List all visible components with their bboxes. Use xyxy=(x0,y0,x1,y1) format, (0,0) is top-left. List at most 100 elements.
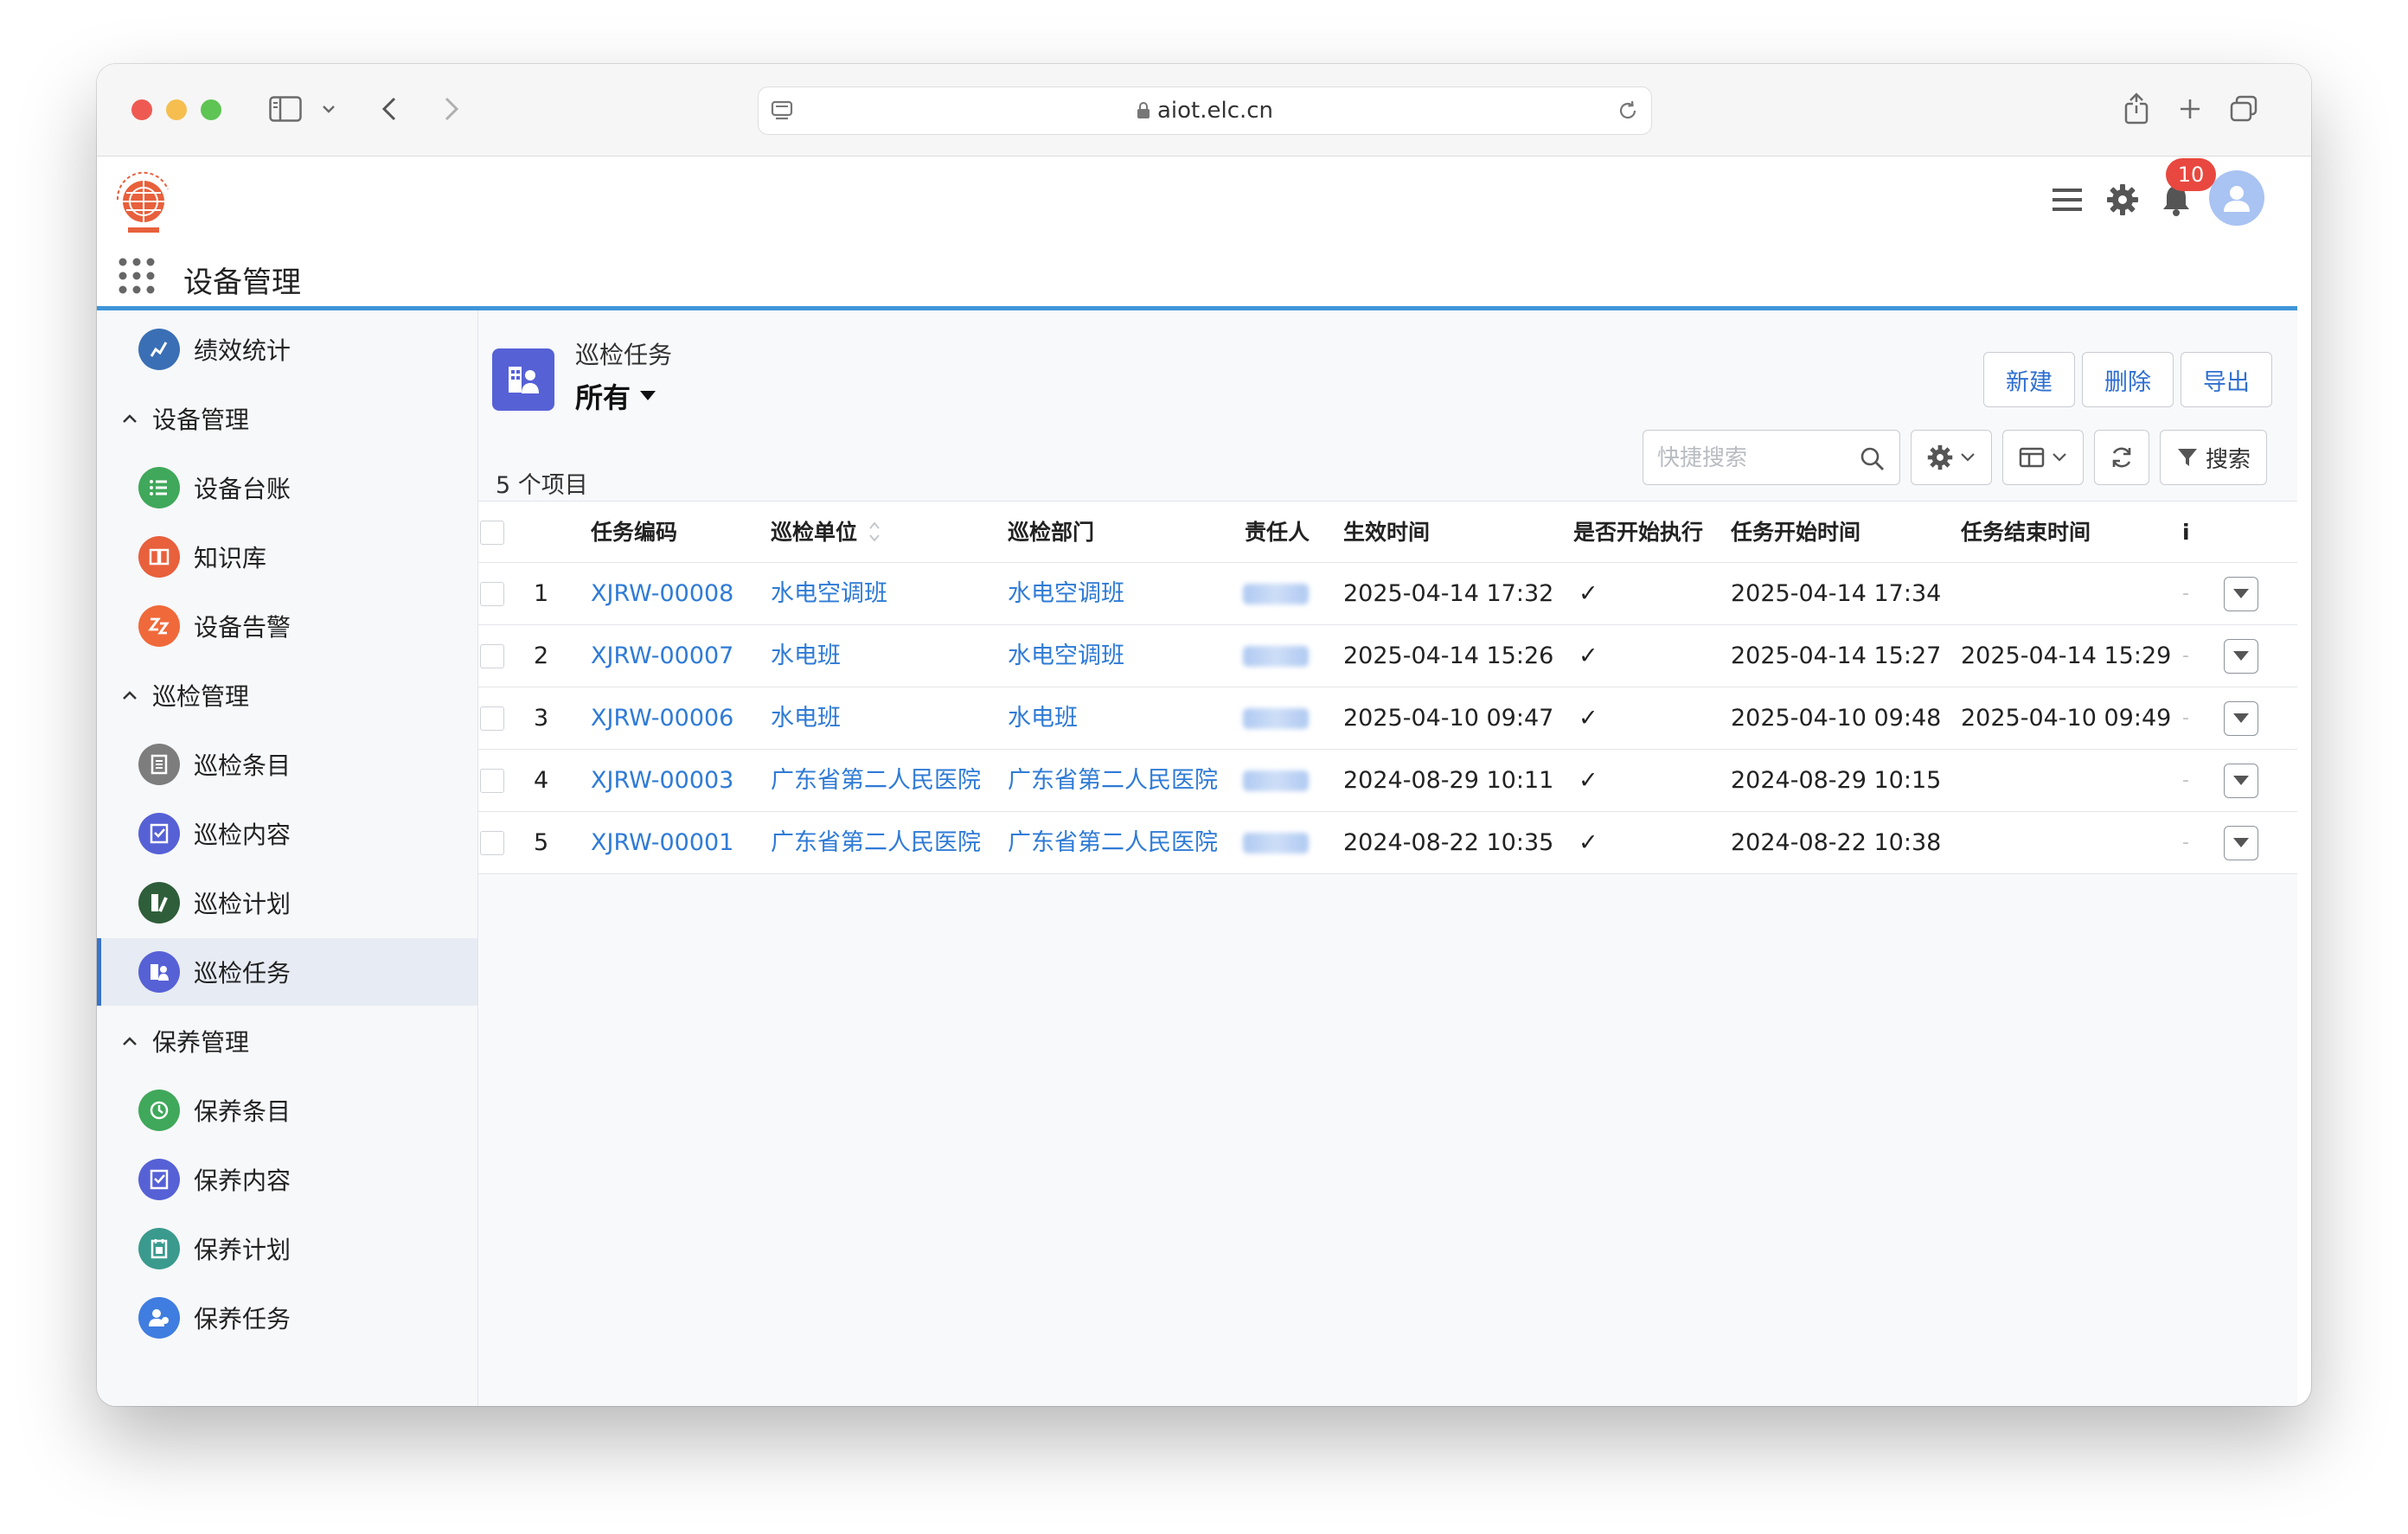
row-action-button[interactable] xyxy=(2224,764,2258,798)
gear-icon[interactable] xyxy=(2098,172,2147,227)
settings-dropdown-button[interactable] xyxy=(1911,430,1992,485)
app-launcher-icon[interactable] xyxy=(118,257,156,295)
column-header-unit[interactable]: 巡检单位 xyxy=(771,502,857,564)
select-all-checkbox[interactable] xyxy=(480,521,504,545)
task-code-link[interactable]: XJRW-00007 xyxy=(591,625,733,687)
table-row[interactable]: 2 XJRW-00007 水电班 水电空调班 2025-04-14 15:26 … xyxy=(478,625,2297,687)
table-row[interactable]: 4 XJRW-00003 广东省第二人民医院 广东省第二人民医院 2024-08… xyxy=(478,750,2297,812)
sidebar-item-maintenance-plan[interactable]: 保养计划 xyxy=(97,1215,477,1282)
sidebar-item-maintenance-content[interactable]: 保养内容 xyxy=(97,1146,477,1213)
book-icon xyxy=(138,536,180,578)
column-header-owner[interactable]: 责任人 xyxy=(1245,502,1310,564)
sidebar-item-equipment-alarm[interactable]: 设备告警 xyxy=(97,592,477,660)
owner-redacted[interactable] xyxy=(1243,708,1309,729)
share-icon[interactable] xyxy=(2119,90,2154,128)
sidebar-item-performance[interactable]: 绩效统计 xyxy=(97,316,477,383)
sidebar-item-inspection-content[interactable]: 巡检内容 xyxy=(97,800,477,867)
back-arrow-icon[interactable] xyxy=(372,90,407,128)
sidebar-group-label: 保养管理 xyxy=(152,1028,250,1057)
row-checkbox[interactable] xyxy=(480,831,504,855)
address-bar[interactable]: aiot.elc.cn xyxy=(758,86,1652,135)
column-header-truncated[interactable]: i xyxy=(2182,502,2190,564)
caret-down-icon xyxy=(640,391,656,400)
sidebar-item-inspection-task[interactable]: 巡检任务 xyxy=(97,938,477,1006)
unit-link[interactable]: 水电班 xyxy=(771,687,841,750)
close-window-button[interactable] xyxy=(131,99,152,120)
menu-icon[interactable] xyxy=(2043,172,2091,227)
row-checkbox[interactable] xyxy=(480,706,504,731)
forward-arrow-icon[interactable] xyxy=(434,90,469,128)
reload-icon[interactable] xyxy=(1617,99,1639,122)
department-link[interactable]: 水电空调班 xyxy=(1008,563,1124,625)
refresh-button[interactable] xyxy=(2094,430,2149,485)
unit-link[interactable]: 广东省第二人民医院 xyxy=(771,750,981,812)
owner-redacted[interactable] xyxy=(1243,584,1309,604)
column-header-started[interactable]: 是否开始执行 xyxy=(1573,502,1703,564)
owner-redacted[interactable] xyxy=(1243,646,1309,667)
caret-down-icon xyxy=(2233,776,2249,785)
department-link[interactable]: 广东省第二人民医院 xyxy=(1008,812,1218,874)
avatar[interactable] xyxy=(2209,170,2264,226)
row-action-button[interactable] xyxy=(2224,826,2258,860)
minimize-window-button[interactable] xyxy=(166,99,187,120)
start-time: 2025-04-14 15:27 xyxy=(1731,642,1942,669)
caret-down-icon xyxy=(2233,651,2249,661)
list-view-selector[interactable]: 所有 xyxy=(575,376,656,416)
column-header-start-time[interactable]: 任务开始时间 xyxy=(1731,502,1860,564)
sidebar-group-equipment[interactable]: 设备管理 xyxy=(97,385,477,452)
table-row[interactable]: 5 XJRW-00001 广东省第二人民医院 广东省第二人民医院 2024-08… xyxy=(478,812,2297,874)
department-link[interactable]: 水电班 xyxy=(1008,687,1078,750)
sidebar-item-maintenance-entries[interactable]: 保养条目 xyxy=(97,1077,477,1144)
export-button[interactable]: 导出 xyxy=(2181,352,2272,407)
table-row[interactable]: 1 XJRW-00008 水电空调班 水电空调班 2025-04-14 17:3… xyxy=(478,563,2297,625)
filter-search-button[interactable]: 搜索 xyxy=(2160,430,2267,485)
row-checkbox[interactable] xyxy=(480,769,504,793)
task-code-link[interactable]: XJRW-00001 xyxy=(591,812,733,874)
task-code-link[interactable]: XJRW-00006 xyxy=(591,687,733,750)
tab-overview-icon[interactable] xyxy=(2225,90,2263,128)
row-checkbox[interactable] xyxy=(480,644,504,668)
chevron-down-icon xyxy=(2053,453,2066,462)
quick-search-field[interactable] xyxy=(1643,430,1900,485)
row-action-button[interactable] xyxy=(2224,577,2258,611)
sidebar-item-inspection-plan[interactable]: 巡检计划 xyxy=(97,869,477,936)
sidebar-item-equipment-ledger[interactable]: 设备台账 xyxy=(97,454,477,521)
owner-redacted[interactable] xyxy=(1243,833,1309,853)
row-checkbox[interactable] xyxy=(480,582,504,606)
column-display-button[interactable] xyxy=(2002,430,2084,485)
department-link[interactable]: 水电空调班 xyxy=(1008,625,1124,687)
task-code-link[interactable]: XJRW-00003 xyxy=(591,750,733,812)
unit-link[interactable]: 水电班 xyxy=(771,625,841,687)
sidebar-group-inspection[interactable]: 巡检管理 xyxy=(97,662,477,729)
maximize-window-button[interactable] xyxy=(201,99,221,120)
column-header-effective-time[interactable]: 生效时间 xyxy=(1343,502,1430,564)
column-header-department[interactable]: 巡检部门 xyxy=(1008,502,1094,564)
unit-link[interactable]: 水电空调班 xyxy=(771,563,887,625)
sort-icon[interactable] xyxy=(868,521,881,543)
department-link[interactable]: 广东省第二人民医院 xyxy=(1008,750,1218,812)
sidebar-item-knowledge-base[interactable]: 知识库 xyxy=(97,523,477,591)
sidebar-item-maintenance-task[interactable]: 保养任务 xyxy=(97,1284,477,1352)
search-input[interactable] xyxy=(1656,439,1849,477)
search-icon[interactable] xyxy=(1860,446,1886,472)
caret-down-icon xyxy=(2233,713,2249,723)
task-code-link[interactable]: XJRW-00008 xyxy=(591,563,733,625)
column-header-end-time[interactable]: 任务结束时间 xyxy=(1961,502,2091,564)
chevron-down-icon[interactable] xyxy=(318,90,339,128)
unit-link[interactable]: 广东省第二人民医院 xyxy=(771,812,981,874)
sidebar-item-label: 知识库 xyxy=(194,544,267,572)
table-row[interactable]: 3 XJRW-00006 水电班 水电班 2025-04-10 09:47 ✓ … xyxy=(478,687,2297,750)
owner-redacted[interactable] xyxy=(1243,770,1309,791)
sidebar-item-inspection-entries[interactable]: 巡检条目 xyxy=(97,731,477,798)
new-tab-icon[interactable] xyxy=(2173,90,2207,128)
sidebar-group-maintenance[interactable]: 保养管理 xyxy=(97,1007,477,1075)
truncated-cell: - xyxy=(2182,770,2189,791)
row-index: 1 xyxy=(534,580,549,607)
column-header-code[interactable]: 任务编码 xyxy=(591,502,677,564)
new-button[interactable]: 新建 xyxy=(1983,352,2075,407)
sidebar-toggle-icon[interactable] xyxy=(266,90,304,128)
row-action-button[interactable] xyxy=(2224,639,2258,674)
delete-button[interactable]: 删除 xyxy=(2082,352,2174,407)
row-action-button[interactable] xyxy=(2224,701,2258,736)
caret-down-icon xyxy=(2233,838,2249,847)
